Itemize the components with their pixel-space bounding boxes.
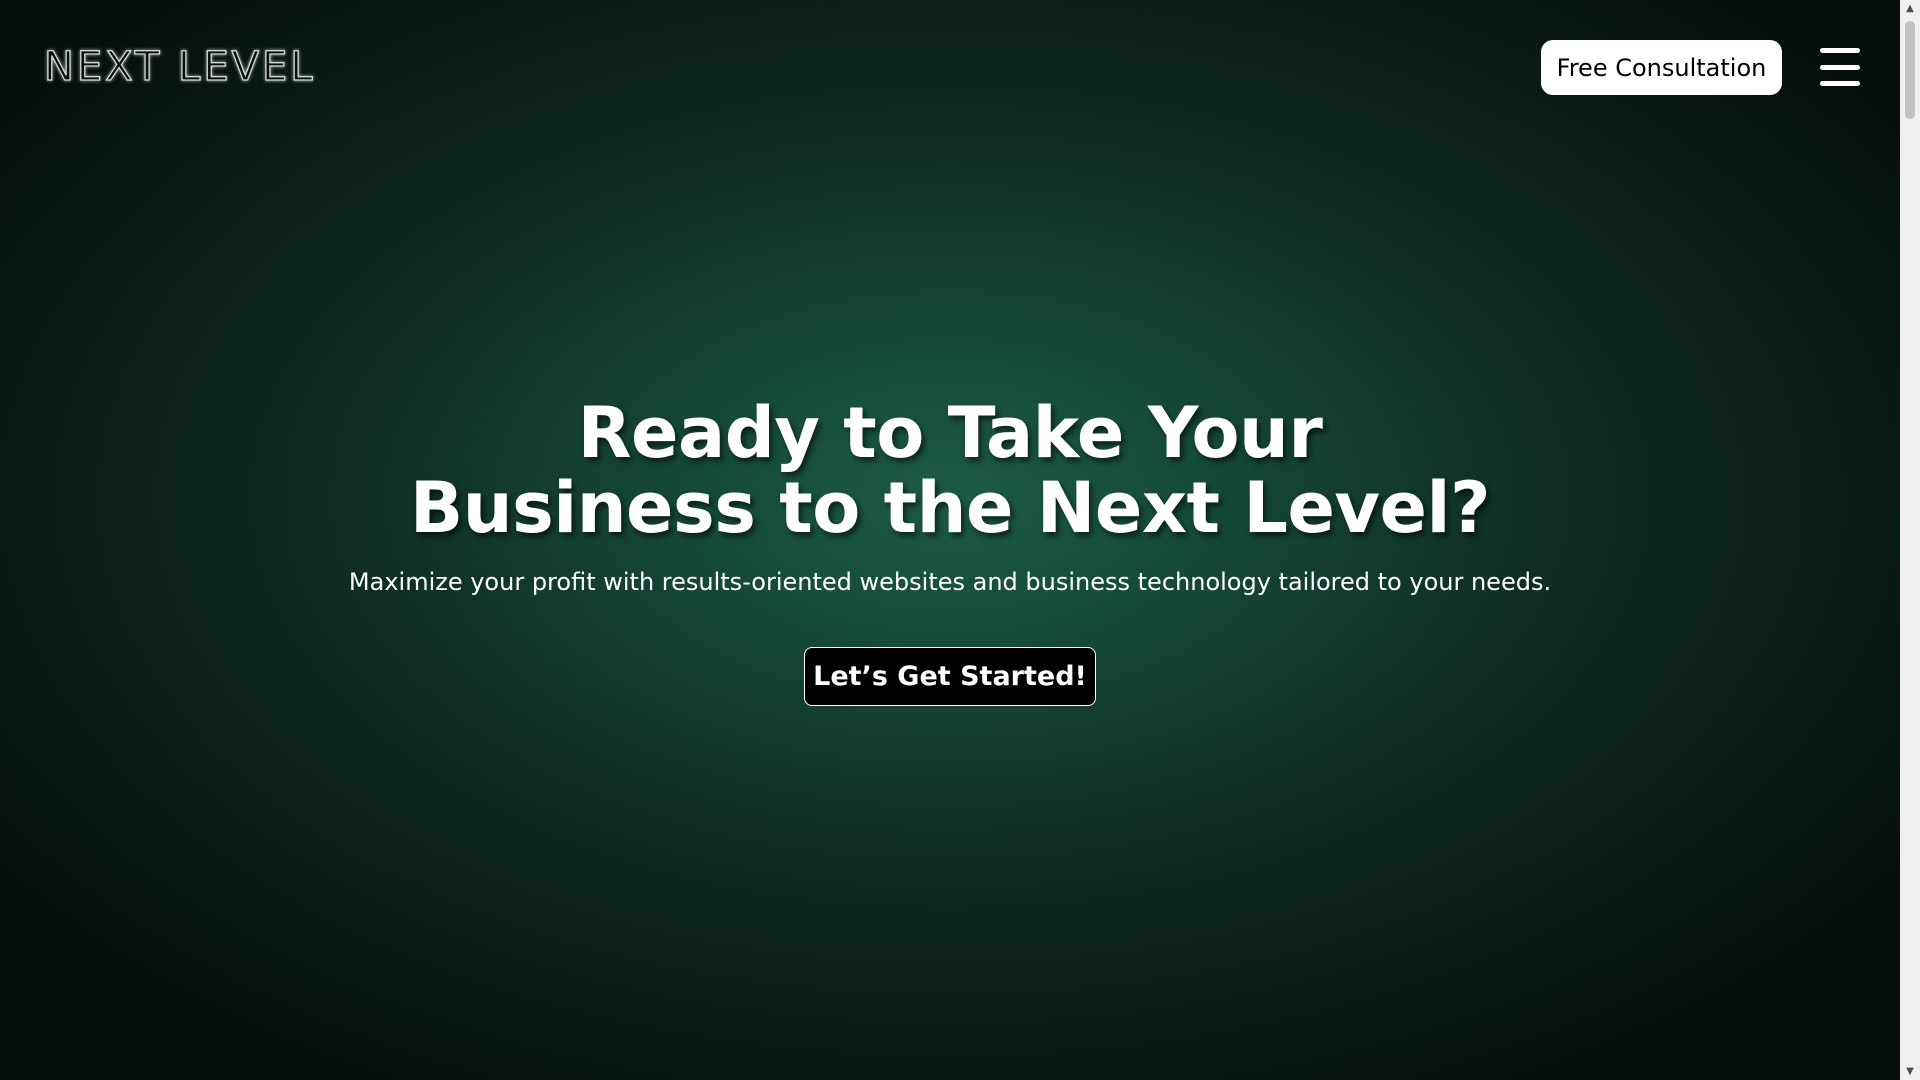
hero-section: Ready to Take Your Business to the Next … <box>0 396 1900 598</box>
scroll-down-arrow-icon[interactable]: ▼ <box>1900 1063 1920 1080</box>
hamburger-menu-icon[interactable] <box>1820 48 1862 86</box>
vertical-scrollbar[interactable]: ▲ ▼ <box>1900 0 1920 1080</box>
hero-title-line-2: Business to the Next Level? <box>409 467 1491 549</box>
scrollbar-thumb[interactable] <box>1905 21 1915 119</box>
hero-subtitle: Maximize your profit with results-orient… <box>348 568 1552 596</box>
logo-wordmark: NEXT LEVEL <box>43 43 316 90</box>
menu-bar <box>1820 81 1860 86</box>
logo[interactable]: NEXT LEVEL <box>40 42 360 92</box>
hero-title: Ready to Take Your Business to the Next … <box>0 396 1900 546</box>
hero-viewport: NEXT LEVEL Free Consultation Ready to Ta… <box>0 0 1900 1080</box>
menu-bar <box>1820 64 1860 70</box>
hero-title-line-1: Ready to Take Your <box>577 392 1323 474</box>
logo-text: NEXT LEVEL <box>44 44 316 90</box>
scroll-up-arrow-icon[interactable]: ▲ <box>1900 0 1920 17</box>
get-started-button[interactable]: Let’s Get Started! <box>804 647 1096 706</box>
menu-bar <box>1820 48 1860 53</box>
free-consultation-button[interactable]: Free Consultation <box>1541 40 1782 95</box>
